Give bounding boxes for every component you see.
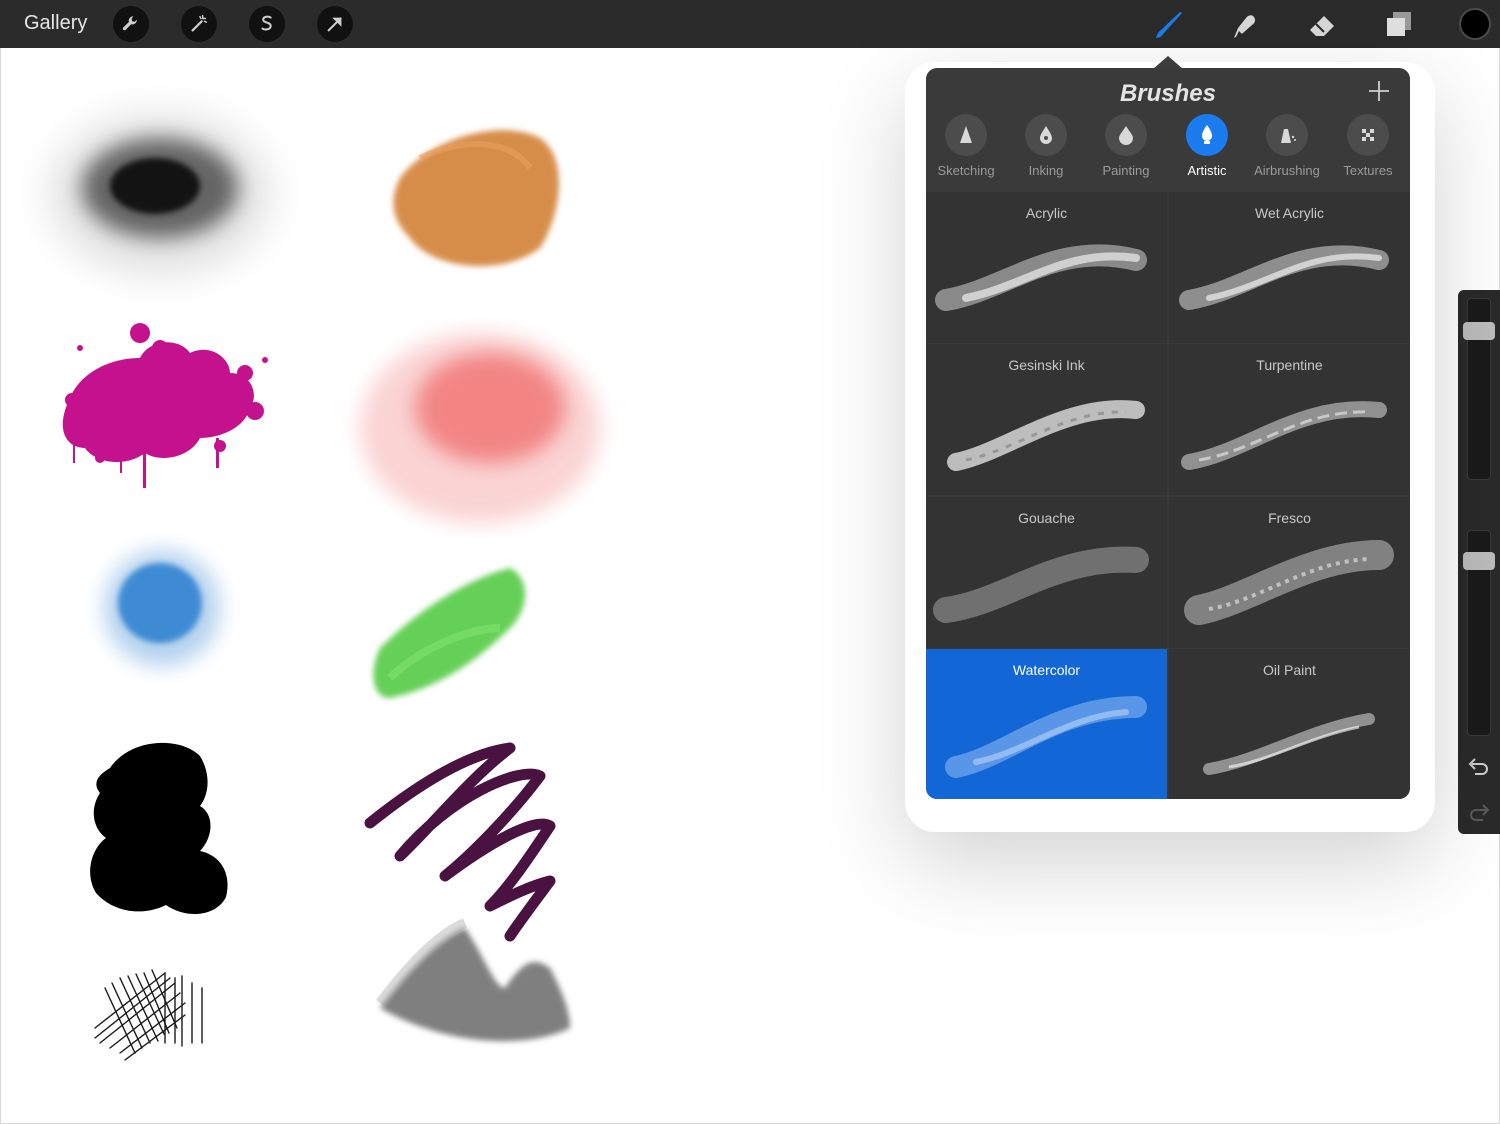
- layers-icon[interactable]: [1380, 6, 1418, 44]
- category-artistic[interactable]: Artistic: [1167, 114, 1247, 192]
- brushes-panel: Brushes Sketching Inking Painting Artist…: [926, 68, 1410, 799]
- add-brush-icon[interactable]: [1366, 78, 1392, 104]
- airbrush-icon: [1266, 114, 1308, 156]
- brush-preview-acrylic: [935, 244, 1147, 311]
- brush-turpentine[interactable]: Turpentine: [1169, 344, 1410, 495]
- color-picker-button[interactable]: [1459, 8, 1491, 40]
- orange-chalk-stroke: [393, 130, 559, 267]
- magenta-splatter-stroke: [62, 323, 268, 488]
- brush-acrylic[interactable]: Acrylic: [926, 192, 1167, 343]
- ink-drop-icon: [1025, 114, 1067, 156]
- brush-wet-acrylic[interactable]: Wet Acrylic: [1169, 192, 1410, 343]
- black-spray-stroke: [50, 114, 270, 274]
- category-textures[interactable]: Textures: [1328, 114, 1408, 192]
- brush-preview-watercolor: [945, 696, 1147, 778]
- magic-wand-icon[interactable]: [181, 6, 217, 42]
- transform-arrow-icon[interactable]: [317, 6, 353, 42]
- paint-drop-icon: [1105, 114, 1147, 156]
- gallery-button[interactable]: Gallery: [24, 12, 87, 35]
- undo-icon[interactable]: [1466, 754, 1492, 780]
- purple-scribble-stroke: [364, 742, 556, 942]
- black-ink-blob-stroke: [90, 742, 228, 915]
- selection-icon[interactable]: [249, 6, 285, 42]
- redo-icon[interactable]: [1466, 800, 1492, 826]
- brush-categories: Sketching Inking Painting Artistic Airbr…: [926, 114, 1410, 192]
- panel-title: Brushes: [1119, 80, 1217, 107]
- brush-fresco[interactable]: Fresco: [1169, 497, 1410, 648]
- brush-grid: Acrylic Wet Acrylic Gesinski Ink Turpent…: [926, 192, 1410, 799]
- category-painting[interactable]: Painting: [1086, 114, 1166, 192]
- brush-gouache[interactable]: Gouache: [926, 497, 1167, 648]
- pencil-tip-icon: [945, 114, 987, 156]
- artistic-brush-icon: [1186, 114, 1228, 156]
- brush-icon[interactable]: [1150, 6, 1188, 44]
- blue-airbrush-stroke: [104, 550, 220, 666]
- top-toolbar: Gallery: [0, 0, 1500, 48]
- hatching-stroke: [94, 969, 203, 1061]
- green-paint-stroke: [373, 568, 525, 698]
- eraser-icon[interactable]: [1304, 6, 1342, 44]
- category-airbrushing[interactable]: Airbrushing: [1247, 114, 1327, 192]
- texture-icon: [1347, 114, 1389, 156]
- brush-gesinski-ink[interactable]: Gesinski Ink: [926, 344, 1167, 495]
- category-sketching[interactable]: Sketching: [926, 114, 1006, 192]
- brush-oil-paint[interactable]: Oil Paint: [1169, 649, 1410, 799]
- charcoal-stroke: [376, 918, 570, 1042]
- brush-preview-gesinski-ink: [947, 400, 1145, 471]
- brush-preview-fresco: [1184, 540, 1394, 625]
- brush-watercolor[interactable]: Watercolor: [926, 649, 1167, 799]
- brush-preview-wet-acrylic: [1179, 245, 1389, 310]
- category-inking[interactable]: Inking: [1006, 114, 1086, 192]
- brush-preview-oil-paint: [1203, 713, 1375, 775]
- wrench-icon[interactable]: [113, 6, 149, 42]
- brush-size-knob[interactable]: [1463, 322, 1495, 340]
- opacity-knob[interactable]: [1463, 552, 1495, 570]
- smudge-icon[interactable]: [1226, 6, 1264, 44]
- brush-preview-turpentine: [1181, 401, 1387, 470]
- red-watercolor-stroke: [360, 333, 600, 523]
- side-slider-panel: [1458, 290, 1500, 834]
- brush-preview-gouache: [933, 546, 1149, 623]
